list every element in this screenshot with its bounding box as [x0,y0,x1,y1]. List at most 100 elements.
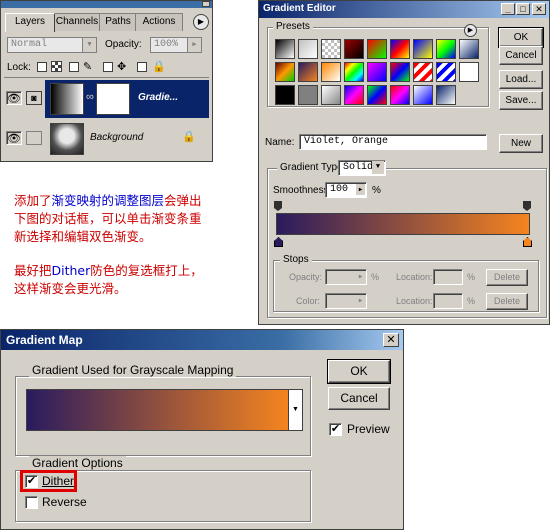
preset-swatch[interactable] [275,62,295,82]
maximize-icon[interactable]: □ [516,3,530,15]
tab-channels[interactable]: Channels [53,13,101,31]
stop-color-location-percent: % [467,296,476,306]
close-icon[interactable]: ✕ [532,3,546,15]
background-thumbnail[interactable] [50,123,84,155]
preset-swatch[interactable] [436,85,456,105]
preset-swatch[interactable] [459,39,479,59]
preset-swatch[interactable] [436,62,456,82]
preset-swatch[interactable] [275,39,295,59]
cancel-button[interactable]: Cancel [499,46,543,65]
dither-checkbox[interactable]: ✔ [25,475,38,488]
palette-title-bar[interactable] [1,1,212,8]
preset-swatch[interactable] [298,85,318,105]
ok-button[interactable]: OK [327,359,391,384]
preset-swatch[interactable] [321,85,341,105]
preset-swatch[interactable] [413,85,433,105]
preset-swatch[interactable] [413,62,433,82]
link-box[interactable] [26,131,42,145]
stop-color-location-input[interactable] [433,293,463,309]
save-button[interactable]: Save... [499,91,543,110]
stop-opacity-location-input[interactable] [433,269,463,285]
smoothness-label: Smoothness: [273,185,332,196]
minimize-icon[interactable]: _ [501,3,515,15]
tab-paths[interactable]: Paths [99,13,137,31]
chevron-down-icon: ▼ [82,38,96,52]
adjustment-layer-icon: ◙ [26,91,42,105]
gradient-map-dialog: Gradient Map ✕ Gradient Used for Graysca… [0,329,404,530]
preset-swatch[interactable] [459,62,479,82]
lock-position-checkbox[interactable] [103,62,113,72]
gradient-editor-dialog: Gradient Editor _ □ ✕ Presets ▶ OK Cance… [258,0,550,325]
annotation-text: 添加了 [14,193,52,208]
preview-checkbox[interactable]: ✔ [329,423,342,436]
preset-swatch[interactable] [321,62,341,82]
layer-row-gradient-map[interactable]: 👁 ◙ ∞ Gradie... [4,80,209,118]
dither-label: Dither [42,474,75,488]
new-button[interactable]: New [499,134,543,153]
stop-color-label: Color: [296,296,321,306]
presets-menu-arrow-icon[interactable]: ▶ [464,24,477,37]
preset-swatch[interactable] [390,85,410,105]
stop-color-swatch[interactable]: ▶ [325,293,367,309]
delete-color-stop-button[interactable]: Delete [486,293,528,310]
stop-opacity-input[interactable]: ▶ [325,269,367,285]
gradient-map-thumbnail[interactable] [50,83,84,115]
presets-label: Presets [273,21,313,32]
delete-opacity-stop-button[interactable]: Delete [486,269,528,286]
tab-layers[interactable]: Layers [5,13,55,32]
visibility-eye-icon[interactable]: 👁 [6,131,22,145]
preset-swatch[interactable] [413,39,433,59]
blend-mode-select[interactable]: Normal ▼ [7,37,97,53]
preset-swatch[interactable] [344,39,364,59]
preset-swatch[interactable] [390,62,410,82]
preset-swatch[interactable] [275,85,295,105]
name-label: Name: [265,137,295,148]
annotation-paragraph-1: 添加了渐变映射的调整图层会弹出 下图的对话框，可以单击渐变条重 新选择和编辑双色… [14,192,264,246]
palette-menu-arrow-icon[interactable]: ▶ [193,14,209,30]
preset-swatch[interactable] [367,62,387,82]
stop-opacity-location-percent: % [467,272,476,282]
gradient-map-title-bar[interactable]: Gradient Map ✕ [1,330,403,350]
preset-swatch[interactable] [344,85,364,105]
stop-color-arrow-icon: ▶ [358,297,363,304]
annotation-text: 这样渐变会更光滑。 [14,281,127,296]
gradient-dropdown-arrow[interactable]: ▼ [289,389,303,431]
reverse-checkbox[interactable] [25,496,38,509]
preset-swatch[interactable] [367,85,387,105]
opacity-value: 100% [154,39,179,50]
preset-swatch[interactable] [436,39,456,59]
lock-transparency-checkbox[interactable] [37,62,47,72]
visibility-eye-icon[interactable]: 👁 [6,91,22,105]
transparency-lock-icon [51,61,62,72]
layer-mask-thumbnail[interactable] [96,83,130,115]
lock-pixels-checkbox[interactable] [69,62,79,72]
smoothness-value: 100 [330,184,349,195]
preset-swatch[interactable] [298,39,318,59]
opacity-label: Opacity: [105,39,142,50]
load-button[interactable]: Load... [499,70,543,89]
layer-row-background[interactable]: 👁 Background 🔒 [4,120,209,158]
stops-label: Stops [280,254,312,265]
annotation-highlight: 渐变映射的调整图层 [51,193,165,208]
cancel-button[interactable]: Cancel [328,387,390,410]
lock-icon: 🔒 [182,131,196,143]
tab-actions[interactable]: Actions [135,13,183,31]
stop-opacity-location-label: Location: [396,272,433,282]
preset-swatch[interactable] [390,39,410,59]
gradient-picker-bar[interactable] [26,389,289,431]
gradient-type-select[interactable]: Solid ▼ [338,160,386,176]
smoothness-input[interactable]: 100 ▶ [325,182,367,198]
opacity-field[interactable]: 100% ▶ [150,37,202,53]
close-icon[interactable]: ✕ [383,333,399,347]
preset-swatch[interactable] [367,39,387,59]
preset-swatch[interactable] [298,62,318,82]
gradient-preview-bar[interactable] [276,213,530,235]
layer-name: Background [90,132,144,143]
gradient-editor-title-bar[interactable]: Gradient Editor _ □ ✕ [259,1,549,18]
palette-close-icon[interactable] [202,1,210,7]
preset-swatch[interactable] [321,39,341,59]
preset-swatch[interactable] [344,62,364,82]
lock-all-checkbox[interactable] [137,62,147,72]
ok-button[interactable]: OK [498,27,544,48]
gradient-name-input[interactable]: Violet, Orange [299,134,487,150]
